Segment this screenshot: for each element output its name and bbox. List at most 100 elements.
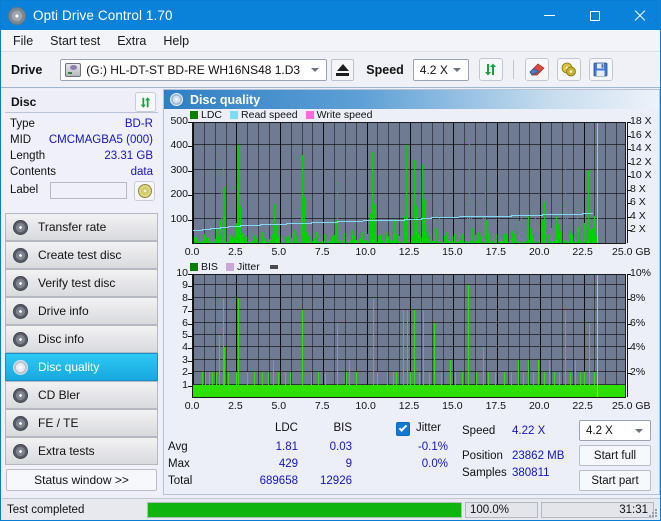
data-bar — [441, 372, 442, 397]
x-tick-label: 5.0 — [271, 400, 287, 412]
y2-tick-label: 8% — [630, 291, 646, 304]
data-bar — [530, 228, 531, 243]
data-bar — [528, 216, 529, 243]
y-tick-label: 10 — [176, 267, 188, 279]
data-bar — [296, 240, 297, 243]
sidebar-item-extra-tests[interactable]: Extra tests — [5, 437, 158, 465]
y2-tick-mark — [627, 176, 631, 178]
data-bar — [273, 241, 274, 243]
page-title: Disc quality — [190, 92, 261, 107]
data-bar — [370, 213, 371, 243]
data-bar — [268, 372, 269, 397]
data-bar — [458, 242, 459, 243]
panel-header: Disc quality — [164, 90, 659, 109]
eject-button[interactable] — [331, 58, 355, 81]
sidebar-item-create-test-disc[interactable]: Create test disc — [5, 241, 158, 269]
data-bar — [237, 240, 238, 243]
gold-disc-button[interactable] — [556, 58, 581, 81]
data-bar — [322, 241, 323, 243]
sidebar-item-transfer-rate[interactable]: Transfer rate — [5, 213, 158, 241]
menu-item-file[interactable]: File — [6, 33, 40, 49]
sidebar-item-cd-bler[interactable]: CD Bler — [5, 381, 158, 409]
sidebar-item-drive-info[interactable]: Drive info — [5, 297, 158, 325]
ldc-plot-area[interactable] — [192, 122, 628, 244]
speed-select[interactable]: 4.2 X — [412, 58, 469, 81]
start-full-button[interactable]: Start full — [579, 445, 651, 466]
menu-item-extra[interactable]: Extra — [110, 33, 153, 49]
data-bar — [461, 241, 462, 243]
data-bar — [337, 322, 338, 397]
erase-button[interactable] — [524, 58, 549, 81]
x-tick-label: 22.5 — [572, 246, 593, 258]
close-button[interactable] — [617, 1, 660, 30]
data-bar — [542, 219, 543, 243]
y2-tick-mark — [627, 274, 631, 275]
menu-item-help[interactable]: Help — [156, 33, 196, 49]
sidebar-item-label: FE / TE — [38, 416, 79, 430]
status-window-button[interactable]: Status window >> — [6, 469, 157, 491]
data-bar — [590, 241, 591, 243]
data-bar — [260, 241, 261, 243]
drive-toolbar: Drive (G:) HL-DT-ST BD-RE WH16NS48 1.D3 … — [1, 52, 660, 88]
disc-refresh-button[interactable] — [135, 92, 156, 112]
maximize-button[interactable] — [572, 1, 617, 30]
grid-line — [561, 275, 563, 397]
save-button[interactable] — [588, 58, 613, 81]
grid-line — [334, 123, 336, 243]
sidebar-item-label: Verify test disc — [38, 276, 116, 290]
data-bar — [414, 310, 415, 397]
x-tick-label: 7.5 — [314, 246, 330, 258]
disc-icon — [137, 184, 152, 198]
data-bar — [451, 240, 452, 243]
data-bar — [225, 213, 226, 243]
data-bar — [244, 241, 245, 243]
data-bar — [445, 241, 446, 243]
refresh-button[interactable] — [478, 58, 503, 81]
disc-label-input[interactable] — [50, 182, 127, 199]
data-bar — [403, 242, 404, 243]
y2-tick-label: 4 X — [630, 209, 646, 222]
drive-info-icon — [13, 303, 28, 319]
resize-grip-icon[interactable] — [649, 509, 659, 519]
disc-label-row: Label — [10, 181, 160, 202]
data-bar — [198, 242, 199, 243]
chevron-down-icon — [311, 67, 320, 72]
grid-line — [193, 309, 625, 311]
samples-label: Samples — [462, 467, 507, 479]
menu-item-start-test[interactable]: Start test — [43, 33, 107, 49]
jitter-checkbox[interactable] — [396, 422, 410, 436]
y-tick-label: 200 — [170, 188, 188, 201]
grid-line — [485, 275, 487, 397]
disc-length-label: Length — [10, 150, 46, 162]
grid-line — [442, 123, 444, 243]
data-bar — [567, 211, 568, 243]
sidebar-item-label: Extra tests — [38, 444, 95, 458]
grid-line — [193, 334, 625, 335]
data-bar — [273, 359, 274, 397]
drive-select[interactable]: (G:) HL-DT-ST BD-RE WH16NS48 1.D3 — [60, 58, 328, 81]
data-bar — [415, 241, 416, 243]
grid-line — [572, 275, 574, 397]
data-bar — [406, 240, 407, 243]
bis-plot-area[interactable] — [192, 274, 628, 398]
disc-type-value: BD-R — [124, 118, 153, 130]
data-bar — [487, 241, 488, 243]
legend-swatch-read-speed — [230, 111, 239, 119]
grid-line — [193, 296, 625, 298]
minimize-button[interactable] — [527, 1, 572, 30]
y2-tick-label: 2 X — [630, 223, 646, 236]
data-bar — [578, 227, 579, 243]
sidebar-item-fe-te[interactable]: FE / TE — [5, 409, 158, 437]
data-bar — [592, 228, 593, 243]
data-bar — [286, 240, 287, 243]
test-speed-select[interactable]: 4.2 X — [579, 420, 651, 441]
data-bar — [312, 240, 313, 243]
start-part-button[interactable]: Start part — [579, 470, 651, 491]
y-tick-label: 4 — [182, 341, 188, 354]
grid-line — [496, 275, 498, 397]
disc-label-button[interactable] — [134, 181, 155, 201]
sidebar-item-disc-info[interactable]: Disc info — [5, 325, 158, 353]
sidebar-item-verify-test-disc[interactable]: Verify test disc — [5, 269, 158, 297]
sidebar-item-disc-quality[interactable]: Disc quality — [5, 353, 158, 381]
data-bar — [584, 372, 585, 397]
